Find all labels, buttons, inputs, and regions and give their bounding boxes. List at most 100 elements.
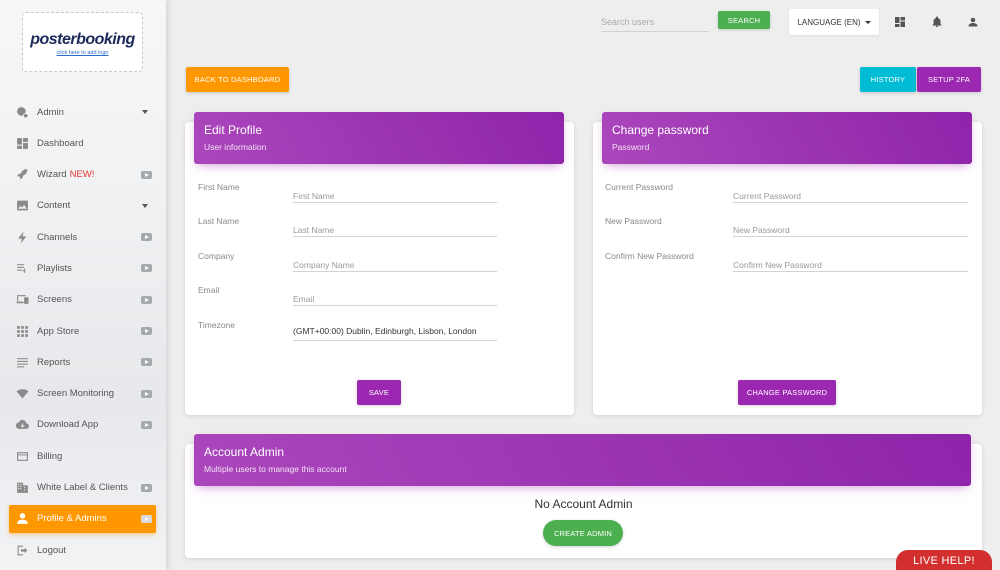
video-tutorial-icon[interactable] — [141, 420, 152, 429]
email-label: Email — [198, 285, 220, 295]
last-name-label: Last Name — [198, 216, 240, 226]
history-button[interactable]: HISTORY — [860, 67, 916, 92]
current-password-row: Current Password — [593, 182, 982, 210]
video-tutorial-icon[interactable] — [141, 389, 152, 398]
sidebar-item-label: Download App — [37, 419, 99, 431]
edit-profile-card: Edit Profile User information First Name… — [185, 112, 574, 415]
brand-logo: posterbooking — [30, 31, 135, 48]
sidebar-item-admin[interactable]: Admin — [9, 98, 156, 126]
sidebar-item-reports[interactable]: Reports — [9, 348, 156, 376]
card-subtitle: User information — [204, 142, 267, 152]
sidebar-item-label: Screens — [37, 294, 72, 306]
video-tutorial-icon[interactable] — [141, 327, 152, 336]
save-button[interactable]: SAVE — [357, 380, 401, 405]
sidebar-item-label: App Store — [37, 325, 80, 337]
dashboard-grid-icon[interactable] — [894, 15, 906, 27]
sidebar-item-playlists[interactable]: Playlists — [9, 254, 156, 282]
bell-icon[interactable] — [931, 15, 943, 27]
current-password-field[interactable] — [733, 183, 968, 203]
first-name-label: First Name — [198, 182, 240, 192]
card-title: Edit Profile — [204, 123, 263, 137]
sidebar-item-dashboard[interactable]: Dashboard — [9, 129, 156, 157]
dashboard-icon — [16, 137, 29, 150]
account-admin-header: Account Admin Multiple users to manage t… — [194, 434, 971, 486]
person-icon — [16, 512, 29, 525]
language-dropdown[interactable]: LANGUAGE (EN) — [789, 9, 879, 35]
search-users-input[interactable] — [601, 12, 709, 32]
cloud-download-icon — [16, 418, 29, 431]
edit-profile-header: Edit Profile User information — [194, 112, 564, 164]
video-tutorial-icon[interactable] — [141, 483, 152, 492]
sidebar-item-label: White Label & Clients — [37, 482, 128, 494]
new-password-field[interactable] — [733, 217, 968, 237]
company-label: Company — [198, 251, 235, 261]
confirm-password-row: Confirm New Password — [593, 251, 982, 279]
last-name-field[interactable] — [293, 217, 497, 237]
add-logo-link[interactable]: click here to add logo — [23, 50, 142, 56]
video-tutorial-icon[interactable] — [141, 170, 152, 179]
sidebar-item-wizard[interactable]: Wizard NEW! — [9, 161, 156, 189]
sidebar-item-label: Channels — [37, 231, 78, 243]
sidebar-item-content[interactable]: Content — [9, 192, 156, 220]
sidebar-item-channels[interactable]: Channels — [9, 223, 156, 251]
video-tutorial-icon[interactable] — [141, 233, 152, 242]
wifi-icon — [16, 387, 29, 400]
playlist-icon — [16, 262, 29, 275]
email-field[interactable] — [293, 286, 497, 306]
user-icon[interactable] — [967, 15, 979, 27]
sidebar-item-label: Screen Monitoring — [37, 388, 115, 400]
logout-icon — [16, 544, 29, 557]
sidebar-item-label: Wizard — [37, 169, 67, 181]
last-name-row: Last Name — [185, 216, 574, 244]
chevron-down-icon — [864, 20, 871, 24]
video-tutorial-icon[interactable] — [141, 514, 152, 523]
image-icon — [16, 199, 29, 212]
rocket-icon — [16, 168, 29, 181]
account-admin-card: Account Admin Multiple users to manage t… — [185, 434, 982, 558]
card-subtitle: Password — [612, 142, 650, 152]
chevron-down-icon — [142, 110, 148, 114]
reports-list-icon — [16, 356, 29, 369]
apps-grid-icon — [16, 325, 29, 338]
sidebar-item-profile-admins[interactable]: Profile & Admins — [9, 504, 156, 533]
email-row: Email — [185, 285, 574, 313]
video-tutorial-icon[interactable] — [141, 295, 152, 304]
sidebar-item-label: Logout — [37, 544, 67, 556]
change-password-button[interactable]: CHANGE PASSWORD — [738, 380, 836, 405]
new-badge: NEW! — [69, 169, 95, 181]
sidebar-item-screen-monitoring[interactable]: Screen Monitoring — [9, 380, 156, 408]
video-tutorial-icon[interactable] — [141, 264, 152, 273]
change-password-header: Change password Password — [602, 112, 972, 164]
sidebar-item-label: Reports — [37, 356, 71, 368]
logo-upload-area[interactable]: posterbooking click here to add logo — [22, 12, 143, 72]
setup-2fa-button[interactable]: SETUP 2FA — [917, 67, 981, 92]
sidebar-item-logout[interactable]: Logout — [9, 536, 156, 564]
building-icon — [16, 481, 29, 494]
sidebar-item-label: Dashboard — [37, 137, 84, 149]
confirm-password-field[interactable] — [733, 252, 968, 272]
sidebar-item-label: Playlists — [37, 262, 72, 274]
chevron-down-icon — [142, 203, 148, 208]
card-title: Change password — [612, 123, 709, 137]
lightning-icon — [16, 231, 29, 244]
company-field[interactable] — [293, 252, 497, 272]
new-password-row: New Password — [593, 216, 982, 244]
sidebar-item-billing[interactable]: Billing — [9, 442, 156, 470]
timezone-select[interactable]: (GMT+00:00) Dublin, Edinburgh, Lisbon, L… — [293, 319, 497, 341]
timezone-label: Timezone — [198, 320, 236, 330]
video-tutorial-icon[interactable] — [141, 358, 152, 367]
sidebar-item-app-store[interactable]: App Store — [9, 317, 156, 345]
change-password-card: Change password Password Current Passwor… — [593, 112, 982, 415]
sidebar-item-screens[interactable]: Screens — [9, 286, 156, 314]
first-name-field[interactable] — [293, 183, 497, 203]
devices-icon — [16, 293, 29, 306]
sidebar-item-label: Billing — [37, 450, 63, 462]
sidebar-item-download-app[interactable]: Download App — [9, 411, 156, 439]
sidebar-item-white-label[interactable]: White Label & Clients — [9, 474, 156, 502]
language-label: LANGUAGE (EN) — [797, 17, 861, 27]
search-button[interactable]: SEARCH — [718, 11, 770, 29]
back-to-dashboard-button[interactable]: BACK TO DASHBOARD — [186, 67, 289, 92]
credit-card-icon — [16, 450, 29, 463]
create-admin-button[interactable]: CREATE ADMIN — [543, 520, 623, 546]
live-help-button[interactable]: LIVE HELP! — [896, 550, 992, 570]
